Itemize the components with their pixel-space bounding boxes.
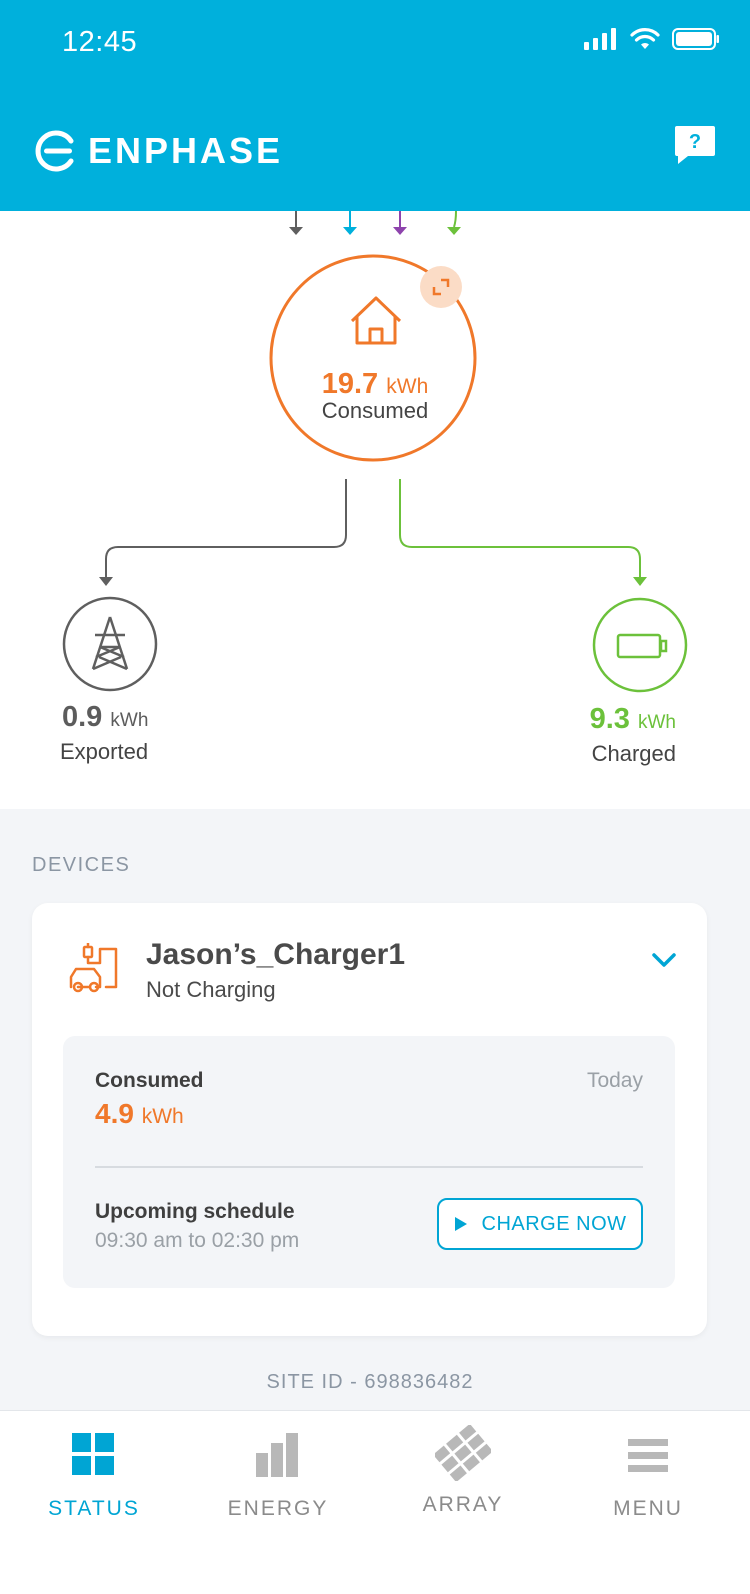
tab-menu[interactable]: MENU xyxy=(573,1411,723,1551)
device-consumed-label: Consumed xyxy=(95,1069,204,1092)
consumed-unit: kWh xyxy=(386,375,429,398)
energy-flow-diagram: 19.7 kWh Consumed 0.9 kWh Exported 9.3 k… xyxy=(0,211,750,809)
ev-charger-icon xyxy=(69,943,118,993)
charged-unit: kWh xyxy=(638,712,676,733)
charge-now-label: CHARGE NOW xyxy=(481,1212,627,1235)
device-name[interactable]: Jason’s_Charger1 xyxy=(146,938,405,972)
help-chat-icon[interactable]: ? xyxy=(674,124,716,166)
device-consumed-unit: kWh xyxy=(141,1105,184,1128)
tab-energy-label: ENERGY xyxy=(227,1497,329,1520)
svg-text:?: ? xyxy=(689,131,701,153)
enphase-logo: ENPHASE xyxy=(34,130,283,172)
exported-unit: kWh xyxy=(110,710,149,731)
incoming-charged-arrow xyxy=(447,211,461,235)
device-consumed-number: 4.9 xyxy=(95,1098,134,1129)
energy-bars-icon xyxy=(256,1433,298,1477)
tab-energy[interactable]: ENERGY xyxy=(203,1411,353,1551)
consumed-value: 19.7 kWh xyxy=(270,368,480,401)
tab-array[interactable]: ARRAY xyxy=(388,1411,538,1551)
array-panels-icon xyxy=(435,1425,491,1481)
charge-now-button[interactable]: CHARGE NOW xyxy=(437,1198,643,1250)
consumed-number: 19.7 xyxy=(321,368,379,400)
incoming-solar-arrow xyxy=(343,211,357,235)
tab-status[interactable]: STATUS xyxy=(19,1411,169,1551)
period-label: Today xyxy=(586,1069,643,1092)
menu-lines-icon xyxy=(628,1439,668,1472)
tab-menu-label: MENU xyxy=(613,1497,683,1520)
signal-icon xyxy=(584,28,616,50)
app-header: 12:45 ENPHASE ? xyxy=(0,0,750,211)
enphase-logo-icon xyxy=(35,130,74,172)
grid-circle xyxy=(62,596,158,692)
devices-heading: DEVICES xyxy=(32,854,131,876)
incoming-grid-arrow xyxy=(289,211,303,235)
brand-name: ENPHASE xyxy=(88,130,284,171)
exported-label: Exported xyxy=(60,739,149,764)
device-card[interactable]: Jason’s_Charger1 Not Charging Consumed T… xyxy=(32,903,707,1336)
device-consumed-value: 4.9 kWh xyxy=(95,1098,184,1130)
wifi-icon xyxy=(630,28,660,49)
status-grid-icon xyxy=(72,1433,114,1475)
expand-icon[interactable] xyxy=(420,266,462,308)
play-icon xyxy=(454,1217,467,1231)
divider xyxy=(95,1166,643,1168)
schedule-label: Upcoming schedule xyxy=(95,1200,295,1223)
bottom-tab-bar: STATUS ENERGY ARRAY MENU xyxy=(0,1410,750,1594)
exported-number: 0.9 xyxy=(62,701,103,733)
chevron-down-icon[interactable] xyxy=(649,949,679,971)
exported-value: 0.9 kWh xyxy=(62,701,148,734)
charged-label: Charged xyxy=(591,741,676,766)
battery-circle xyxy=(592,597,688,693)
device-status: Not Charging xyxy=(146,977,276,1002)
tab-status-label: STATUS xyxy=(48,1497,140,1520)
charged-number: 9.3 xyxy=(589,703,630,735)
device-details-panel: Consumed Today 4.9 kWh Upcoming schedule… xyxy=(63,1036,675,1288)
incoming-storage-arrow xyxy=(393,211,407,235)
export-flow-line xyxy=(105,479,347,577)
charge-flow-line xyxy=(399,479,641,577)
tab-array-label: ARRAY xyxy=(422,1493,504,1516)
schedule-time: 09:30 am to 02:30 pm xyxy=(95,1229,300,1252)
battery-icon xyxy=(672,28,719,50)
site-id: SITE ID - 698836482 xyxy=(266,1371,474,1393)
status-bar-icons xyxy=(584,28,720,50)
consumed-label: Consumed xyxy=(321,398,429,423)
charged-value: 9.3 kWh xyxy=(540,703,676,736)
status-bar-time: 12:45 xyxy=(62,26,138,58)
